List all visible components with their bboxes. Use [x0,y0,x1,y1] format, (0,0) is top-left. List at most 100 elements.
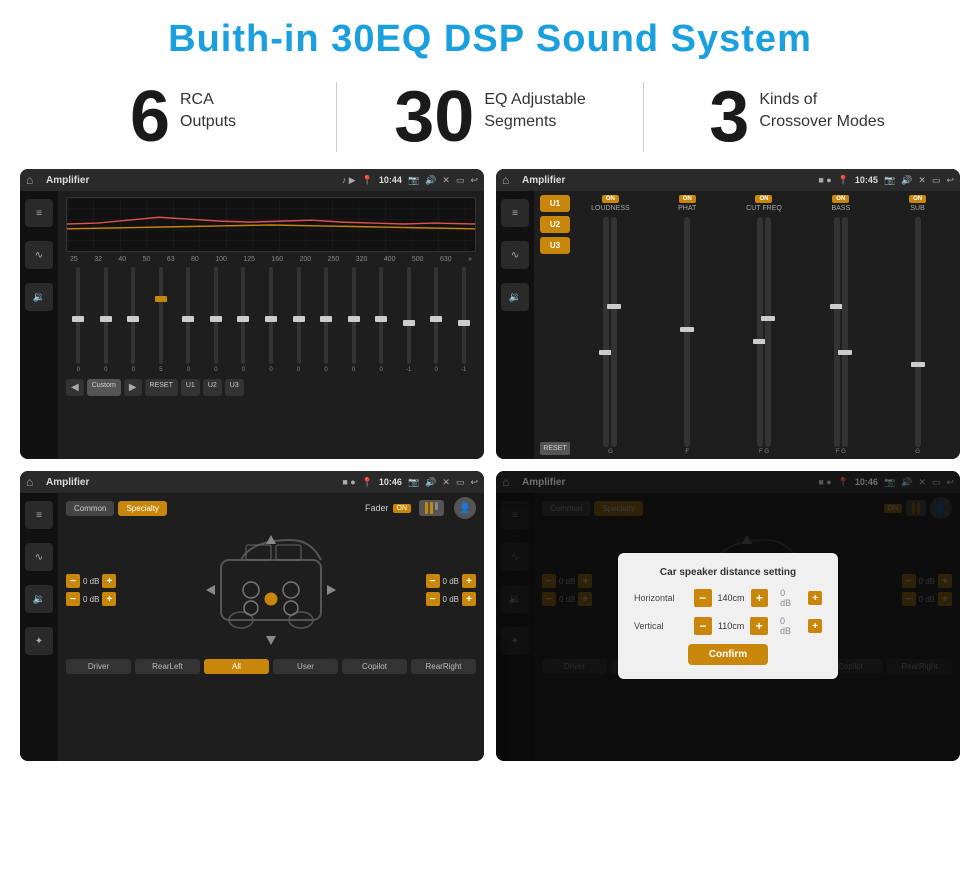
vol2-minus[interactable]: − [66,592,80,606]
sub-on[interactable]: ON [909,195,926,203]
bass-slider-g[interactable] [842,217,848,447]
eq-custom-btn[interactable]: Custom [87,379,121,396]
vol3-val: 0 dB [443,577,459,586]
tab-specialty[interactable]: Specialty [118,501,166,516]
slider-10[interactable]: 0 [341,267,366,373]
cutfreq-slider-g[interactable] [765,217,771,447]
sub-slider[interactable] [915,217,921,447]
dialog-horizontal-plus[interactable]: + [751,589,769,607]
slider-14[interactable]: -1 [451,267,476,373]
eq-u1-btn[interactable]: U1 [181,379,200,396]
vol1-plus[interactable]: + [102,574,116,588]
sidebar-speaker-btn-2[interactable]: 🔉 [501,283,529,311]
sidebar-wave-btn-2[interactable]: ∿ [501,241,529,269]
u2-button[interactable]: U2 [540,216,570,233]
freq-25: 25 [70,256,78,263]
crossover-left-sidebar: ≡ ∿ 🔉 [496,191,534,459]
slider-7[interactable]: 0 [259,267,284,373]
dialog-vertical-minus[interactable]: − [694,617,712,635]
rearleft-btn[interactable]: RearLeft [135,659,200,674]
vol3-plus[interactable]: + [462,574,476,588]
slider-0[interactable]: 0 [66,267,91,373]
rearright-btn[interactable]: RearRight [411,659,476,674]
sidebar-cross-btn-3[interactable]: ✦ [25,627,53,655]
dialog-right-plus-1[interactable]: + [808,591,822,605]
sidebar-wave-btn-3[interactable]: ∿ [25,543,53,571]
bass-on[interactable]: ON [832,195,849,203]
cutfreq-slider-f[interactable] [757,217,763,447]
crossover-time: 10:45 [855,175,878,185]
eq-next-btn[interactable]: ▶ [124,379,142,396]
vol2-val: 0 dB [83,595,99,604]
fader-time: 10:46 [379,477,402,487]
eq-u2-btn[interactable]: U2 [203,379,222,396]
u3-button[interactable]: U3 [540,237,570,254]
cutfreq-on[interactable]: ON [755,195,772,203]
sidebar-eq-btn[interactable]: ≡ [25,199,53,227]
copilot-btn[interactable]: Copilot [342,659,407,674]
driver-btn[interactable]: Driver [66,659,131,674]
vol-icon: 🔊 [425,175,436,186]
vol3-minus[interactable]: − [426,574,440,588]
sub-ctrl: ON SUB G [881,195,954,455]
eq-left-sidebar: ≡ ∿ 🔉 [20,191,58,459]
freq-320: 320 [356,256,368,263]
vol4-plus[interactable]: + [462,592,476,606]
freq-40: 40 [118,256,126,263]
vol4-minus[interactable]: − [426,592,440,606]
eq-screen-body: ≡ ∿ 🔉 [20,191,484,459]
slider-5[interactable]: 0 [204,267,229,373]
dialog-right-db-1: 0 dB [780,588,798,608]
vol2-plus[interactable]: + [102,592,116,606]
u1-button[interactable]: U1 [540,195,570,212]
slider-3[interactable]: 5 [149,267,174,373]
sidebar-eq-btn-3[interactable]: ≡ [25,501,53,529]
slider-12[interactable]: -1 [396,267,421,373]
slider-11[interactable]: 0 [369,267,394,373]
eq-u3-btn[interactable]: U3 [225,379,244,396]
stat-text-eq: EQ AdjustableSegments [484,81,585,134]
fader-screen-title: Amplifier [46,477,336,488]
dialog-right-db-2: 0 dB [780,616,798,636]
sidebar-speaker-btn[interactable]: 🔉 [25,283,53,311]
slider-8[interactable]: 0 [286,267,311,373]
phat-slider[interactable] [684,217,690,447]
slider-2[interactable]: 0 [121,267,146,373]
all-btn[interactable]: All [204,659,269,674]
tab-common[interactable]: Common [66,501,114,516]
crossover-reset-btn[interactable]: RESET [540,442,570,455]
bass-slider-f[interactable] [834,217,840,447]
sidebar-wave-btn[interactable]: ∿ [25,241,53,269]
loudness-slider-1[interactable] [603,217,609,447]
sidebar-eq-btn-2[interactable]: ≡ [501,199,529,227]
vol-row-3: − 0 dB + [426,574,476,588]
dialog-right-plus-2[interactable]: + [808,619,822,633]
dialog-vertical-plus[interactable]: + [750,617,768,635]
vol-icon-3: 🔊 [425,477,436,488]
location-icon-2: 📍 [838,175,849,186]
dialog-horizontal-minus[interactable]: − [694,589,712,607]
loudness-slider-2[interactable] [611,217,617,447]
sub-val: G [915,449,920,455]
user-btn[interactable]: User [273,659,338,674]
slider-1[interactable]: 0 [94,267,119,373]
confirm-button[interactable]: Confirm [688,644,768,665]
fader-profile-icon[interactable]: 👤 [454,497,476,519]
phat-on[interactable]: ON [679,195,696,203]
slider-4[interactable]: 0 [176,267,201,373]
screens-grid: ⌂ Amplifier ♪ ▶ 📍 10:44 📷 🔊 ✕ ▭ ↩ ≡ ∿ 🔉 [0,169,980,761]
slider-6[interactable]: 0 [231,267,256,373]
fader-on-badge[interactable]: ON [393,504,412,513]
fader-left-sidebar: ≡ ∿ 🔉 ✦ [20,493,58,761]
loudness-on[interactable]: ON [602,195,619,203]
slider-13[interactable]: 0 [424,267,449,373]
vol1-minus[interactable]: − [66,574,80,588]
eq-reset-btn[interactable]: RESET [145,379,178,396]
vol-icon-2: 🔊 [901,175,912,186]
stat-number-crossover: 3 [709,81,749,153]
slider-9[interactable]: 0 [314,267,339,373]
cam-icon-2: 📷 [884,175,895,186]
eq-screen: ⌂ Amplifier ♪ ▶ 📍 10:44 📷 🔊 ✕ ▭ ↩ ≡ ∿ 🔉 [20,169,484,459]
eq-prev-btn[interactable]: ◀ [66,379,84,396]
sidebar-speaker-btn-3[interactable]: 🔉 [25,585,53,613]
